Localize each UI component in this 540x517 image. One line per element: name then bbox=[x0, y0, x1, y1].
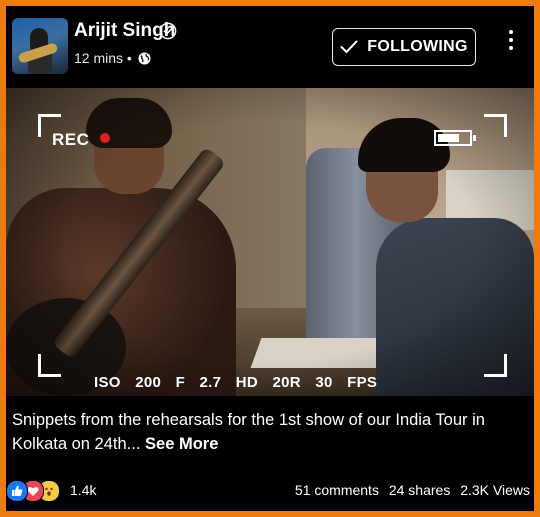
rec-dot-icon bbox=[100, 133, 110, 143]
viewfinder-corner bbox=[484, 354, 507, 377]
viewfinder-corner bbox=[38, 354, 61, 377]
globe-icon bbox=[138, 52, 151, 65]
check-icon bbox=[340, 40, 358, 53]
post-footer: 1.4k 51 comments 24 shares 2.3K Views bbox=[6, 480, 534, 504]
video-player[interactable]: REC ISO 200 F 2.7 HD 20R 30 FPS bbox=[6, 88, 534, 396]
meta-separator: • bbox=[126, 50, 132, 66]
camera-readout: ISO 200 F 2.7 HD 20R 30 FPS bbox=[94, 374, 378, 391]
engagement-stats: 51 comments 24 shares 2.3K Views bbox=[289, 482, 530, 498]
reaction-count[interactable]: 1.4k bbox=[70, 482, 96, 498]
see-more-link[interactable]: See More bbox=[145, 435, 218, 453]
shares-count[interactable]: 24 shares bbox=[389, 482, 450, 498]
rec-label: REC bbox=[52, 130, 90, 149]
views-count: 2.3K Views bbox=[460, 482, 530, 498]
viewfinder-corner bbox=[484, 114, 507, 137]
following-label: FOLLOWING bbox=[367, 38, 468, 55]
post-caption: Snippets from the rehearsals for the 1st… bbox=[12, 408, 528, 456]
avatar[interactable] bbox=[12, 18, 68, 74]
post-card: Arijit Singh 12 mins • FOLLOWING REC ISO… bbox=[6, 6, 534, 511]
caption-text: Snippets from the rehearsals for the 1st… bbox=[12, 411, 485, 453]
comments-count[interactable]: 51 comments bbox=[295, 482, 379, 498]
post-meta: 12 mins • bbox=[74, 50, 151, 66]
post-header: Arijit Singh 12 mins • FOLLOWING bbox=[6, 6, 534, 88]
like-icon[interactable] bbox=[6, 480, 28, 502]
post-time[interactable]: 12 mins bbox=[74, 50, 123, 66]
verified-badge-icon bbox=[159, 22, 177, 40]
more-vertical-icon[interactable] bbox=[506, 30, 516, 56]
following-button[interactable]: FOLLOWING bbox=[332, 28, 476, 66]
battery-icon bbox=[434, 130, 476, 146]
